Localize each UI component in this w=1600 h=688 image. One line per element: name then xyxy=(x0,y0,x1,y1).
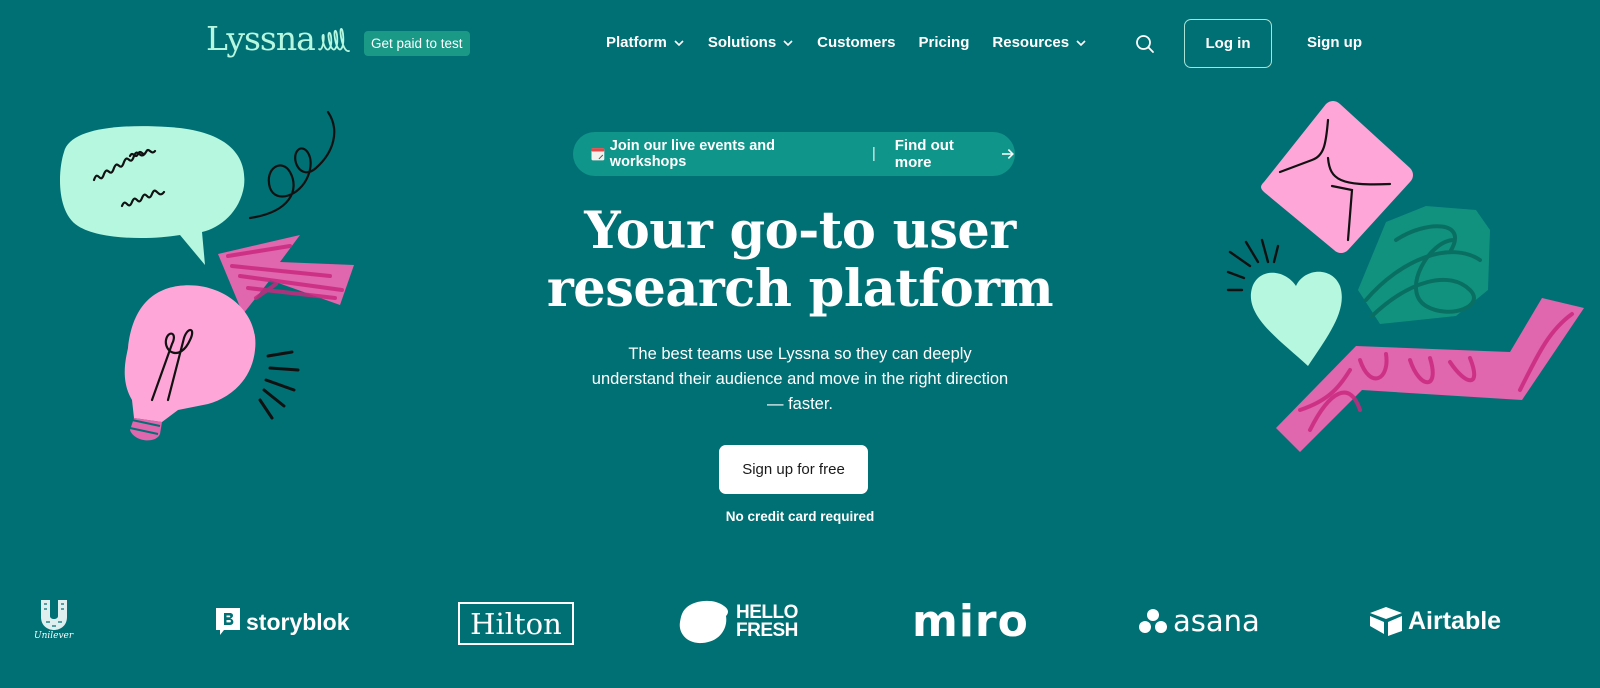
nav-resources[interactable]: Resources xyxy=(992,33,1087,53)
left-illustration xyxy=(59,110,354,441)
hilton-logo: Hilton xyxy=(458,602,574,645)
hellofresh-logo: HELLO FRESH xyxy=(678,600,798,644)
storyblok-logo: storyblok xyxy=(216,608,350,636)
nav-solutions[interactable]: Solutions xyxy=(708,33,794,53)
airtable-text: Airtable xyxy=(1408,606,1502,635)
nav-customers[interactable]: Customers xyxy=(817,33,895,53)
miro-text: miro xyxy=(912,596,1029,647)
hero-subtext: The best teams use Lyssna so they can de… xyxy=(591,345,1009,413)
calendar-icon xyxy=(591,148,605,161)
asana-logo: asana xyxy=(1138,604,1260,638)
nav-platform-label: Platform xyxy=(606,34,667,51)
hellofresh-lime-icon xyxy=(679,600,728,644)
hellofresh-text: HELLO FRESH xyxy=(736,603,798,641)
unilever-logo: Unilever xyxy=(34,600,73,641)
site-header: Lyssna Get paid to test Platform Solutio… xyxy=(0,0,1600,88)
nav-pricing[interactable]: Pricing xyxy=(919,33,970,53)
signup-link[interactable]: Sign up xyxy=(1307,34,1362,51)
logo-wordmark: Lyssna xyxy=(206,19,316,58)
scribble-blob-icon xyxy=(1358,206,1490,324)
customer-logos: Unilever storyblok Hilton HELLO FRESH mi… xyxy=(0,590,1600,650)
miro-logo: miro xyxy=(912,596,1029,647)
chevron-down-icon xyxy=(783,40,793,47)
lightbulb-icon xyxy=(124,285,256,422)
nav-customers-label: Customers xyxy=(817,34,896,51)
hero-headline: Your go-to user research platform xyxy=(500,202,1100,318)
events-banner: Join our live events and workshops | Fin… xyxy=(573,132,1015,176)
curly-line-icon xyxy=(248,110,336,220)
headline-line-2: research platform xyxy=(546,259,1054,319)
find-out-more-link[interactable]: Find out more xyxy=(895,137,1015,171)
right-illustration xyxy=(1226,101,1584,452)
search-button[interactable] xyxy=(1135,34,1155,54)
events-banner-text: Join our live events and workshops xyxy=(609,138,775,170)
main-nav: Platform Solutions Customers Pricing Res… xyxy=(606,33,1110,53)
nav-resources-label: Resources xyxy=(992,34,1070,51)
signup-free-button[interactable]: Sign up for free xyxy=(719,445,868,494)
storyblok-icon xyxy=(216,608,240,635)
headline-line-1: Your go-to user xyxy=(584,201,1016,261)
asana-dots-icon xyxy=(1139,609,1167,633)
search-icon xyxy=(1136,35,1154,53)
login-button[interactable]: Log in xyxy=(1184,19,1272,68)
storyblok-text: storyblok xyxy=(246,608,350,635)
nav-solutions-label: Solutions xyxy=(707,34,777,51)
heart-icon xyxy=(1250,271,1342,366)
chevron-down-icon xyxy=(674,40,684,47)
arrow-right-icon xyxy=(1002,149,1015,159)
unilever-u-icon xyxy=(40,600,67,630)
find-out-more-label: Find out more xyxy=(894,137,954,171)
logo-squiggle-icon xyxy=(317,27,350,52)
airtable-logo: Airtable xyxy=(1368,606,1501,636)
nav-pricing-label: Pricing xyxy=(918,34,970,51)
hilton-text: Hilton xyxy=(470,606,562,641)
get-paid-badge[interactable]: Get paid to test xyxy=(364,31,470,56)
unilever-text: Unilever xyxy=(34,631,74,641)
nav-platform[interactable]: Platform xyxy=(606,33,685,53)
airtable-box-icon xyxy=(1370,607,1402,636)
no-credit-card-note: No credit card required xyxy=(725,509,875,524)
chevron-down-icon xyxy=(1076,40,1086,47)
asana-text: asana xyxy=(1173,604,1260,638)
events-banner-divider: | xyxy=(871,146,876,162)
shine-rays-icon xyxy=(258,350,300,420)
lyssna-logo[interactable]: Lyssna xyxy=(206,22,351,55)
hellofresh-line-2: FRESH xyxy=(736,620,798,641)
